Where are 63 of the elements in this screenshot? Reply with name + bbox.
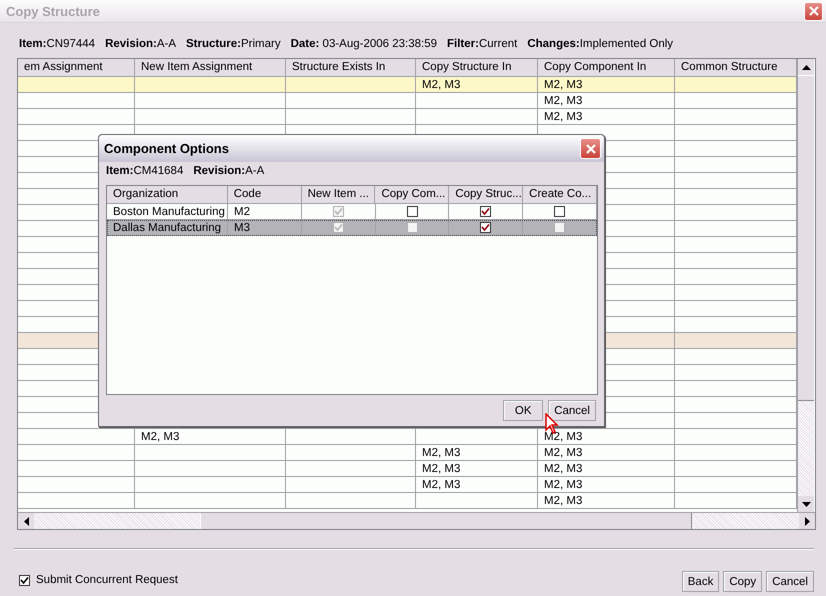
right-arrow-icon xyxy=(804,516,810,526)
window-title: Copy Structure xyxy=(5,4,100,18)
table-cell: M2, M3 xyxy=(544,79,582,91)
table-cell: M2, M3 xyxy=(544,431,582,443)
checkbox[interactable] xyxy=(480,206,492,217)
table-row[interactable]: M2, M3 xyxy=(18,93,797,109)
table-cell: M2, M3 xyxy=(422,447,460,459)
table-row[interactable]: Dallas Manufacturing M3 xyxy=(107,220,597,236)
check-icon xyxy=(20,576,29,584)
up-arrow-icon xyxy=(802,64,810,70)
left-arrow-icon xyxy=(24,516,28,526)
checkbox[interactable] xyxy=(406,206,418,217)
checkbox[interactable] xyxy=(554,206,566,217)
table-cell: M2, M3 xyxy=(544,111,582,123)
down-arrow-icon xyxy=(802,502,810,506)
table-cell: M2, M3 xyxy=(422,479,460,491)
scrollbar-thumb[interactable] xyxy=(200,513,692,529)
footer-button[interactable]: Copy xyxy=(723,571,762,592)
table-cell: M2, M3 xyxy=(544,447,582,459)
table-row[interactable]: M2, M3 M2, M3 xyxy=(18,477,797,493)
close-icon xyxy=(584,142,596,154)
close-button[interactable] xyxy=(804,2,823,20)
table-cell: M2, M3 xyxy=(422,79,460,91)
table-cell: M2 xyxy=(234,206,250,218)
table-row[interactable]: M2, M3 M2, M3 xyxy=(18,429,797,445)
close-button[interactable] xyxy=(580,138,601,159)
vertical-scrollbar[interactable] xyxy=(797,59,814,512)
table-cell: M3 xyxy=(234,222,250,234)
dialog-title: Component Options xyxy=(103,141,229,156)
dialog-button[interactable]: OK xyxy=(503,400,544,421)
table-cell: Dallas Manufacturing xyxy=(113,222,222,234)
table-row[interactable]: M2, M3 xyxy=(18,109,797,125)
info-field: Revision:A-A xyxy=(193,165,264,185)
column-header[interactable]: Create Co... xyxy=(523,186,598,204)
table-row[interactable]: M2, M3 M2, M3 xyxy=(18,77,797,93)
table-cell: M2, M3 xyxy=(544,479,582,491)
info-field: Structure:Primary xyxy=(186,38,281,58)
info-field: Item:CM41684 xyxy=(106,165,184,185)
dialog-button[interactable]: Cancel xyxy=(548,400,596,421)
column-header[interactable]: New Item ... xyxy=(302,186,376,204)
table-cell: M2, M3 xyxy=(544,495,582,507)
checkbox[interactable] xyxy=(19,574,30,586)
footer-button[interactable]: Back xyxy=(682,571,720,592)
info-field: Date: 03-Aug-2006 23:38:59 xyxy=(290,38,438,58)
checkbox[interactable] xyxy=(480,222,492,233)
column-header[interactable]: Code xyxy=(228,186,302,204)
info-field: Changes:Implemented Only xyxy=(527,38,674,58)
table-cell: M2, M3 xyxy=(422,463,460,475)
table-row[interactable]: M2, M3 M2, M3 xyxy=(18,461,797,477)
column-header[interactable]: Copy Struc... xyxy=(449,186,524,204)
table-cell: M2, M3 xyxy=(544,463,582,475)
table-cell: Boston Manufacturing xyxy=(113,206,225,218)
column-header[interactable]: Organization xyxy=(107,186,228,204)
info-field: Filter:Current xyxy=(447,38,518,58)
close-icon xyxy=(808,5,820,17)
table-row[interactable]: M2, M3 xyxy=(18,493,797,509)
column-header[interactable]: Copy Com... xyxy=(375,186,450,204)
footer-button[interactable]: Cancel xyxy=(766,571,814,592)
table-row[interactable]: M2, M3 M2, M3 xyxy=(18,445,797,461)
info-field: Item:CN97444 xyxy=(19,38,96,58)
info-field: Revision:A-A xyxy=(105,38,176,58)
table-cell: M2, M3 xyxy=(141,431,180,443)
table-cell: M2, M3 xyxy=(544,95,582,107)
